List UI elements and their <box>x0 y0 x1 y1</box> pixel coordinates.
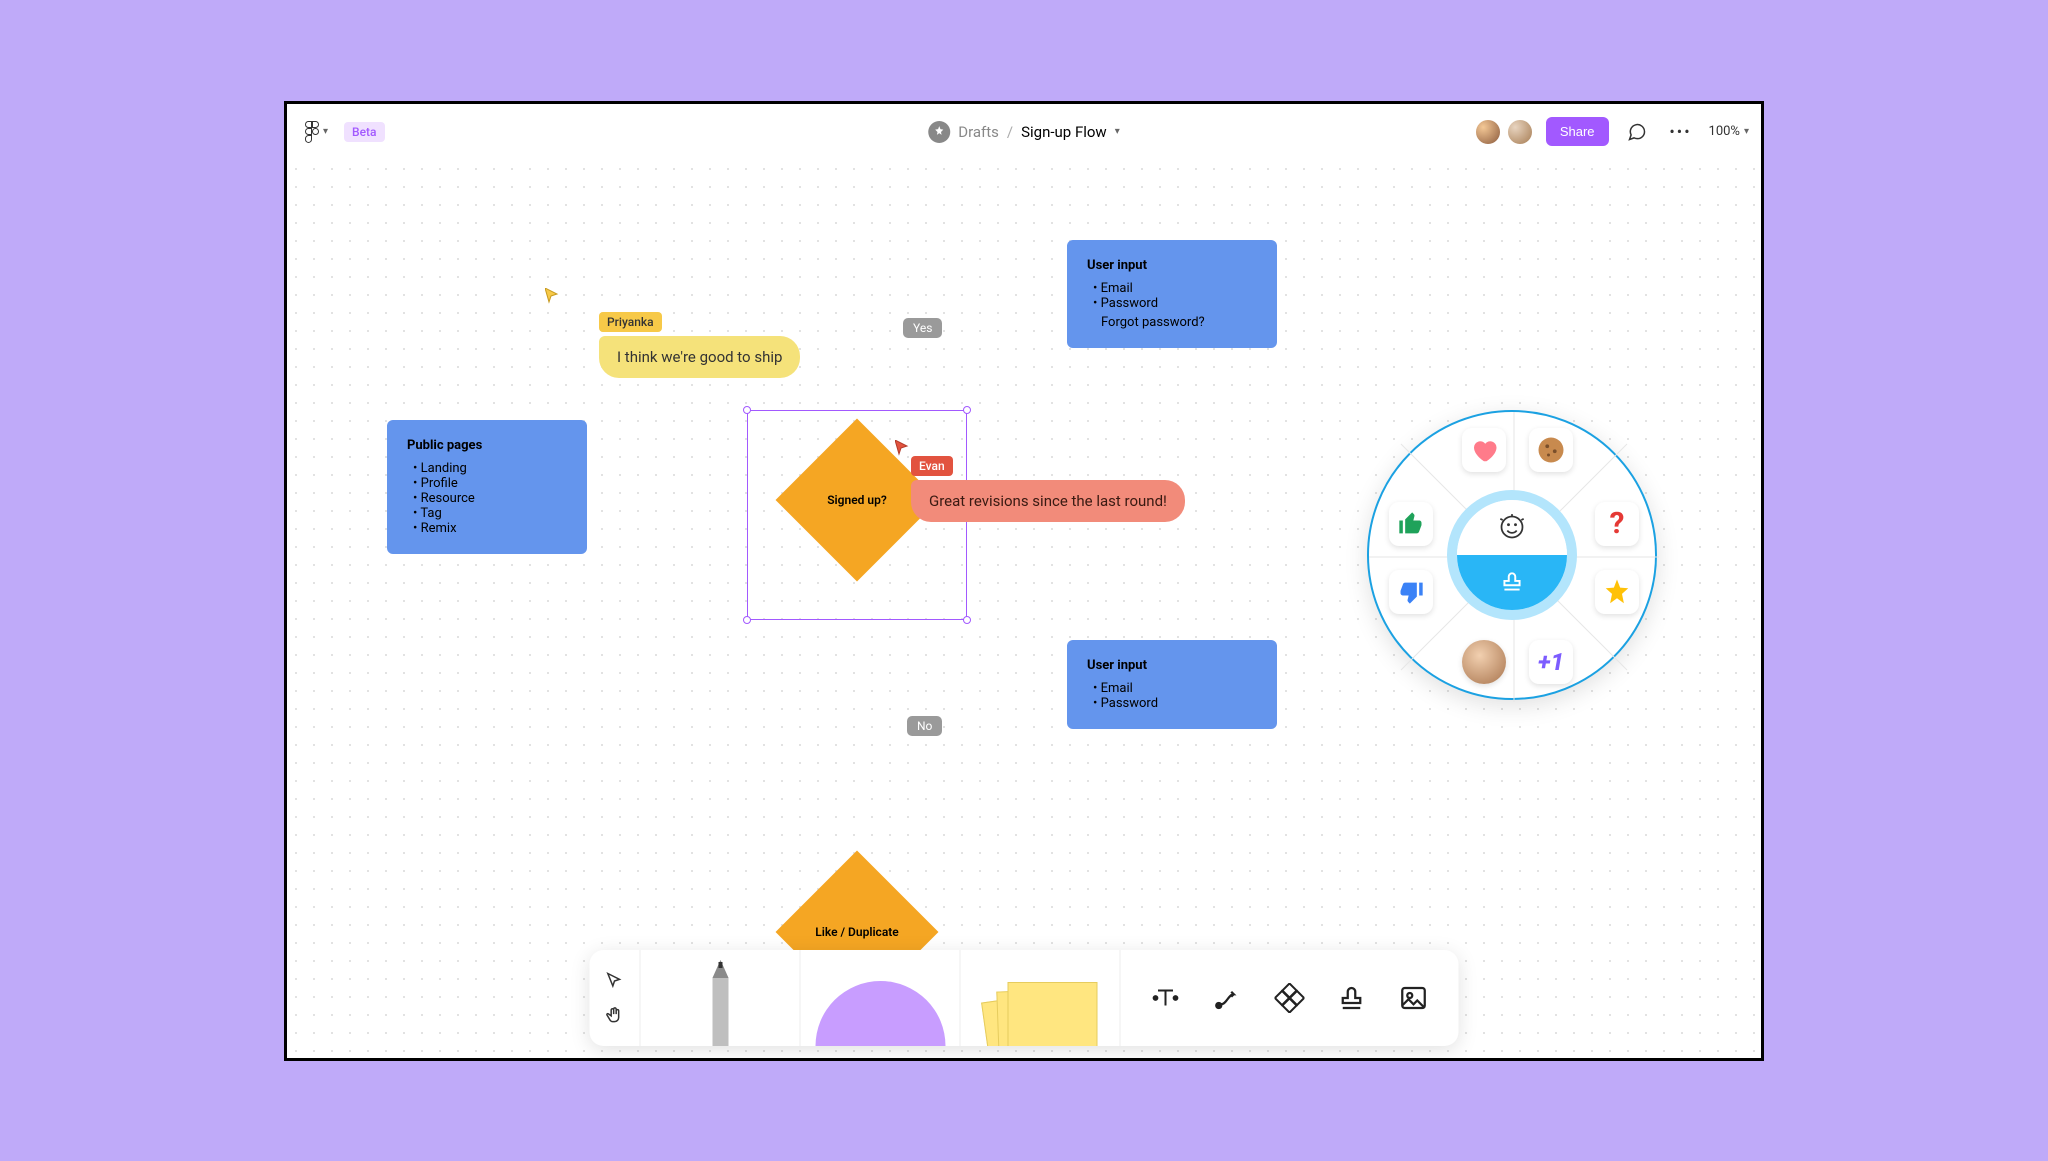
node-list: Email Password <box>1087 681 1257 711</box>
breadcrumb[interactable]: Drafts / Sign-up Flow ▾ <box>928 121 1120 143</box>
team-icon <box>928 121 950 143</box>
question-icon[interactable]: ? <box>1595 502 1639 546</box>
breadcrumb-parent: Drafts <box>958 123 999 141</box>
node-extra-link: Forgot password? <box>1087 315 1257 330</box>
avatar[interactable] <box>1474 118 1502 146</box>
connector-label-yes[interactable]: Yes <box>903 318 942 338</box>
more-menu-button[interactable]: ••• <box>1665 116 1697 148</box>
comment-button[interactable] <box>1621 116 1653 148</box>
list-item: Tag <box>413 506 567 521</box>
toolbar <box>590 950 1459 1046</box>
cursor-icon <box>895 440 911 456</box>
thumbs-down-icon[interactable] <box>1389 570 1433 614</box>
stamp-icon <box>1457 555 1567 610</box>
node-title: Public pages <box>407 438 567 453</box>
sticky-tool[interactable] <box>961 950 1121 1046</box>
avatar-icon[interactable] <box>1462 640 1506 684</box>
shape-tool[interactable] <box>801 950 961 1046</box>
select-tool[interactable] <box>602 968 628 994</box>
pencil-tool[interactable] <box>641 950 801 1046</box>
figma-menu-button[interactable]: ▾ <box>299 115 334 149</box>
stamp-tool[interactable] <box>1335 981 1369 1015</box>
figma-logo-icon <box>305 121 319 143</box>
list-item: Landing <box>413 461 567 476</box>
smiley-icon <box>1457 500 1567 555</box>
hand-tool[interactable] <box>602 1002 628 1028</box>
cursor-label-priyanka: Priyanka <box>599 312 662 332</box>
emoji-wheel[interactable]: ? +1 <box>1367 410 1657 700</box>
breadcrumb-title: Sign-up Flow <box>1021 123 1107 141</box>
heart-icon[interactable] <box>1462 428 1506 472</box>
node-title: User input <box>1087 258 1257 273</box>
list-item: Email <box>1093 281 1257 296</box>
chevron-down-icon: ▾ <box>323 126 328 137</box>
wheel-center[interactable] <box>1447 490 1577 620</box>
chevron-down-icon: ▾ <box>1744 126 1749 137</box>
chat-bubble-evan: Great revisions since the last round! <box>911 480 1185 522</box>
connector-label-no[interactable]: No <box>907 716 942 736</box>
breadcrumb-separator: / <box>1007 123 1013 141</box>
node-list: Landing Profile Resource Tag Remix <box>407 461 567 536</box>
list-item: Profile <box>413 476 567 491</box>
connector-tool[interactable] <box>1211 981 1245 1015</box>
cursor-icon <box>545 288 561 304</box>
zoom-control[interactable]: 100% ▾ <box>1709 124 1749 139</box>
diamond-tool[interactable] <box>1273 981 1307 1015</box>
share-button[interactable]: Share <box>1546 117 1609 146</box>
thumbs-up-icon[interactable] <box>1389 502 1433 546</box>
chat-bubble-priyanka: I think we're good to ship <box>599 336 800 378</box>
star-icon[interactable] <box>1595 570 1639 614</box>
node-user-input-bottom[interactable]: User input Email Password <box>1067 640 1277 729</box>
chevron-down-icon: ▾ <box>1115 126 1120 137</box>
list-item: Resource <box>413 491 567 506</box>
list-item: Password <box>1093 296 1257 311</box>
node-list: Email Password <box>1087 281 1257 311</box>
header: ▾ Beta Drafts / Sign-up Flow ▾ Share •••… <box>287 104 1761 160</box>
cookie-icon[interactable] <box>1529 428 1573 472</box>
connector-layer <box>287 160 587 310</box>
node-user-input-top[interactable]: User input Email Password Forgot passwor… <box>1067 240 1277 348</box>
image-tool[interactable] <box>1397 981 1431 1015</box>
avatar[interactable] <box>1506 118 1534 146</box>
text-tool[interactable] <box>1149 981 1183 1015</box>
zoom-value: 100% <box>1709 124 1740 139</box>
plus-one-icon[interactable]: +1 <box>1529 640 1573 684</box>
beta-badge: Beta <box>344 122 384 142</box>
cursor-label-evan: Evan <box>911 456 953 476</box>
list-item: Remix <box>413 521 567 536</box>
app-window: ▾ Beta Drafts / Sign-up Flow ▾ Share •••… <box>284 101 1764 1061</box>
node-public-pages[interactable]: Public pages Landing Profile Resource Ta… <box>387 420 587 554</box>
node-title: User input <box>1087 658 1257 673</box>
list-item: Password <box>1093 696 1257 711</box>
canvas[interactable]: Public pages Landing Profile Resource Ta… <box>287 160 1761 1058</box>
list-item: Email <box>1093 681 1257 696</box>
